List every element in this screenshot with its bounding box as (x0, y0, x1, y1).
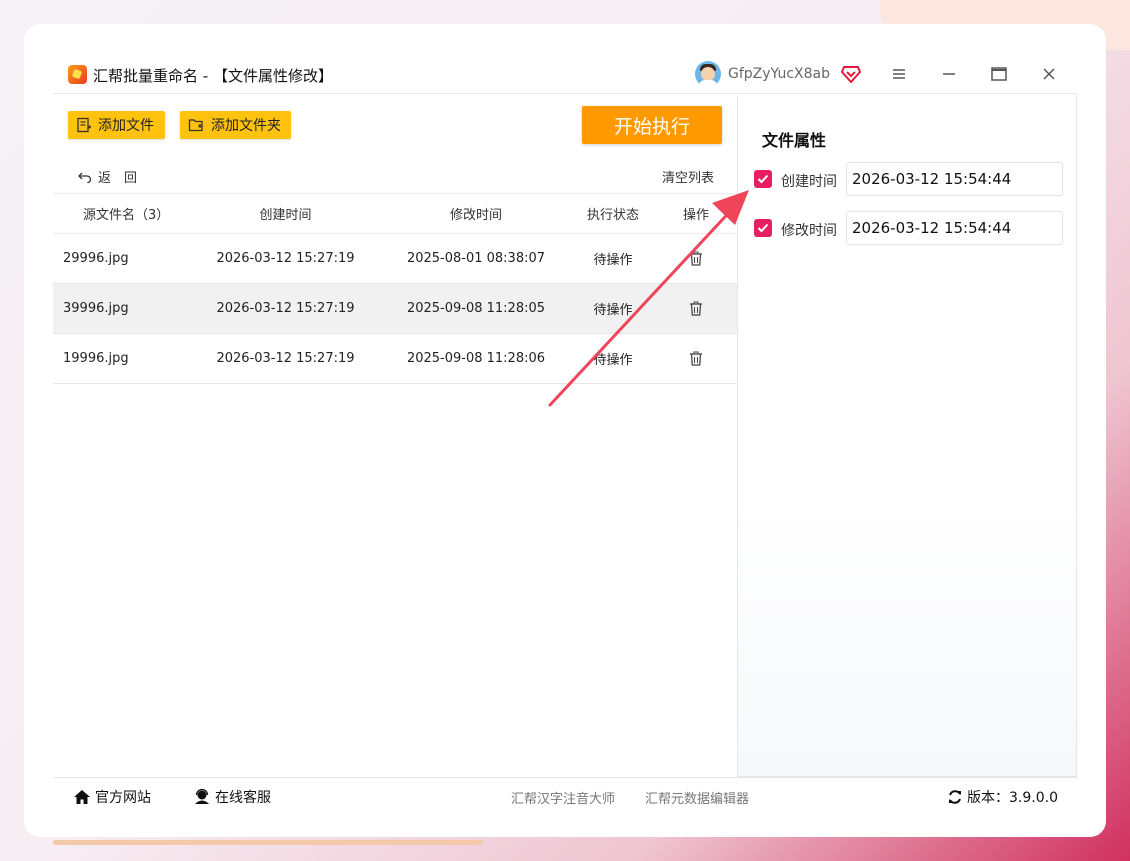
refresh-icon (949, 790, 961, 804)
header-status: 执行状态 (586, 208, 639, 223)
panel-title: 文件属性 (762, 131, 827, 150)
table-row[interactable]: 19996.jpg 2026-03-12 15:27:19 2025-09-08… (53, 334, 737, 384)
row-modify-time: 2025-09-08 11:28:06 (406, 351, 546, 366)
version-info[interactable]: 版本：3.9.0.0 (947, 787, 1058, 807)
row-status: 待操作 (593, 303, 633, 318)
table-header: 源文件名（3） 创建时间 修改时间 执行状态 操作 (53, 193, 737, 234)
add-folder-label: 添加文件夹 (211, 118, 281, 134)
metadata-editor-link[interactable]: 汇帮元数据编辑器 (645, 788, 749, 807)
checkmark-icon (757, 174, 769, 184)
minimize-icon[interactable] (938, 63, 960, 85)
trash-icon (690, 251, 702, 266)
username[interactable]: GfpZyYucX8ab (728, 66, 830, 82)
row-filename: 19996.jpg (63, 351, 129, 366)
create-time-checkbox[interactable] (754, 170, 772, 188)
row-create-time: 2026-03-12 15:27:19 (216, 251, 355, 266)
app-card: 汇帮批量重命名 - 【文件属性修改】 GfpZyYucX8ab 添加文件 添加文… (24, 24, 1106, 837)
add-file-button[interactable]: 添加文件 (68, 111, 165, 139)
delete-button[interactable] (671, 284, 721, 333)
modify-time-checkbox[interactable] (754, 219, 772, 237)
user-avatar[interactable] (695, 61, 721, 87)
table-row[interactable]: 29996.jpg 2026-03-12 15:27:19 2025-08-01… (53, 234, 737, 284)
app-logo-icon (68, 65, 87, 84)
menu-icon[interactable] (888, 63, 910, 85)
pinyin-tool-link[interactable]: 汇帮汉字注音大师 (511, 788, 615, 807)
create-time-label: 创建时间 (781, 174, 837, 190)
checkmark-icon (757, 223, 769, 233)
header-operation: 操作 (682, 208, 709, 223)
title-bar: 汇帮批量重命名 - 【文件属性修改】 GfpZyYucX8ab (53, 54, 1077, 94)
header-name: 源文件名（3） (83, 208, 170, 223)
row-modify-time: 2025-09-08 11:28:05 (406, 301, 546, 316)
delete-button[interactable] (671, 234, 721, 283)
app-window: 汇帮批量重命名 - 【文件属性修改】 GfpZyYucX8ab 添加文件 添加文… (53, 54, 1077, 807)
vip-diamond-icon[interactable] (841, 65, 861, 83)
add-folder-icon (188, 119, 203, 132)
delete-button[interactable] (671, 334, 721, 383)
row-status: 待操作 (593, 253, 633, 268)
table-row[interactable]: 39996.jpg 2026-03-12 15:27:19 2025-09-08… (53, 284, 737, 334)
maximize-icon[interactable] (988, 63, 1010, 85)
row-modify-time: 2025-08-01 08:38:07 (406, 251, 546, 266)
row-create-time: 2026-03-12 15:27:19 (216, 351, 355, 366)
header-create-time: 创建时间 (259, 208, 312, 223)
trash-icon (690, 301, 702, 316)
file-attributes-panel: 文件属性 创建时间 修改时间 (737, 95, 1077, 777)
create-time-input[interactable] (846, 162, 1063, 196)
back-arrow-icon (78, 172, 92, 183)
trash-icon (690, 351, 702, 366)
add-file-label: 添加文件 (98, 118, 154, 134)
status-footer: 官方网站 在线客服 汇帮汉字注音大师 汇帮元数据编辑器 版本：3.9.0.0 (53, 777, 1077, 814)
row-create-time: 2026-03-12 15:27:19 (216, 301, 355, 316)
home-icon (74, 790, 90, 804)
file-table-body: 29996.jpg 2026-03-12 15:27:19 2025-08-01… (53, 234, 737, 384)
customer-service-icon (195, 789, 209, 804)
add-folder-button[interactable]: 添加文件夹 (180, 111, 291, 139)
row-filename: 29996.jpg (63, 251, 129, 266)
back-button[interactable]: 返 回 (78, 167, 137, 186)
create-time-row: 创建时间 (754, 162, 1064, 196)
clear-list-button[interactable]: 清空列表 (662, 167, 714, 186)
app-title: 汇帮批量重命名 - 【文件属性修改】 (93, 67, 333, 85)
modify-time-label: 修改时间 (781, 223, 837, 239)
modify-time-row: 修改时间 (754, 211, 1064, 245)
modify-time-input[interactable] (846, 211, 1063, 245)
row-filename: 39996.jpg (63, 301, 129, 316)
header-modify-time: 修改时间 (449, 208, 502, 223)
version-label: 版本：3.9.0.0 (967, 790, 1058, 806)
background-bar (53, 840, 483, 845)
row-status: 待操作 (593, 353, 633, 368)
add-file-icon (77, 117, 91, 133)
website-label: 官方网站 (95, 790, 151, 806)
close-icon[interactable] (1038, 63, 1060, 85)
file-list-pane: 添加文件 添加文件夹 开始执行 返 回 清空列表 源文件名（3） 创建时间 修改… (53, 95, 737, 804)
service-label: 在线客服 (215, 790, 271, 806)
start-button[interactable]: 开始执行 (582, 106, 722, 144)
website-link[interactable]: 官方网站 (73, 787, 151, 807)
back-label: 返 回 (98, 171, 138, 186)
online-service-link[interactable]: 在线客服 (193, 787, 271, 807)
